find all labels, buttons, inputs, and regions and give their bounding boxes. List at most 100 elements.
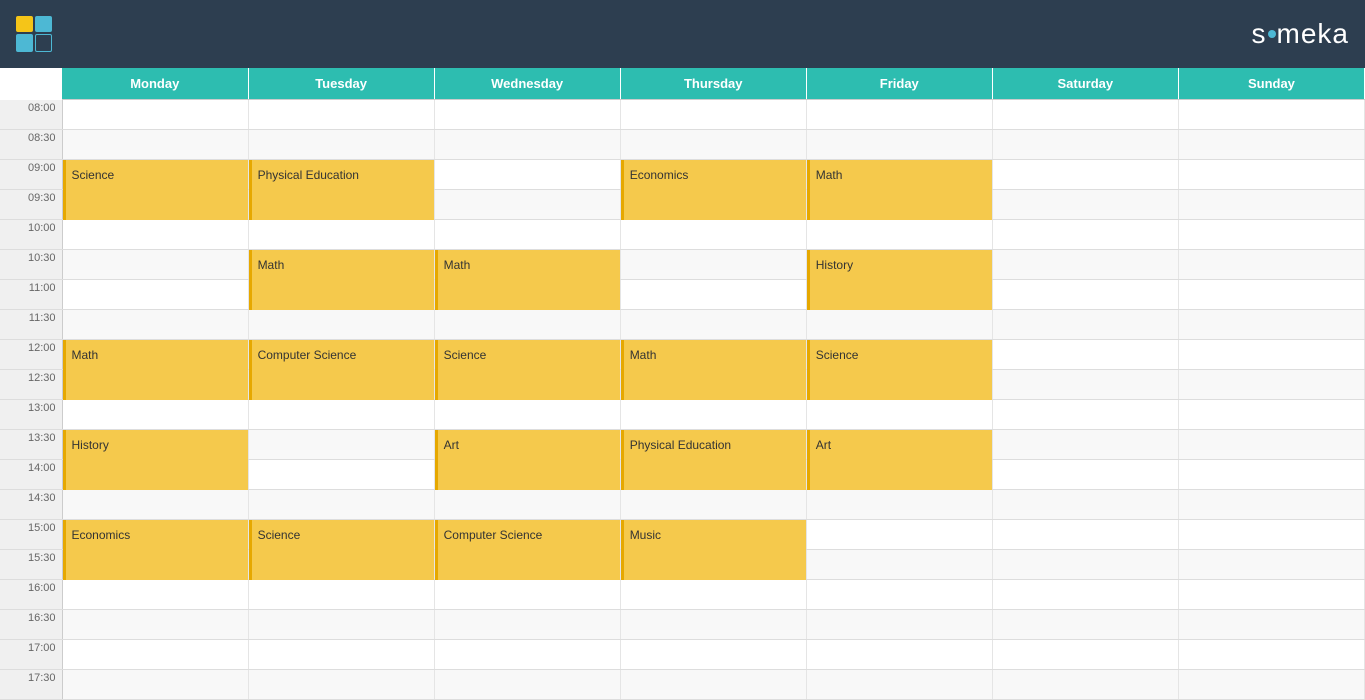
calendar-cell: [62, 310, 248, 340]
event-block: Science: [807, 340, 992, 400]
calendar-cell: [1178, 400, 1364, 430]
calendar-cell: [806, 640, 992, 670]
calendar-cell: History: [806, 250, 992, 280]
time-label: 10:30: [0, 250, 62, 280]
calendar-cell: [434, 670, 620, 700]
calendar-cell: Math: [434, 250, 620, 280]
calendar-cell: [248, 310, 434, 340]
calendar-cell: [992, 130, 1178, 160]
event-block: Economics: [63, 520, 248, 580]
calendar-cell: History: [62, 430, 248, 460]
calendar-cell: [1178, 100, 1364, 130]
event-block: Art: [807, 430, 992, 490]
event-block: Math: [807, 160, 992, 220]
time-label: 14:00: [0, 460, 62, 490]
calendar-cell: [992, 460, 1178, 490]
time-row: 16:30: [0, 610, 1365, 640]
time-row: 13:30HistoryArtPhysical EducationArt: [0, 430, 1365, 460]
time-row: 14:30: [0, 490, 1365, 520]
calendar-cell: [434, 610, 620, 640]
calendar-cell: [62, 280, 248, 310]
calendar-cell: Art: [806, 430, 992, 460]
calendar-cell: [992, 430, 1178, 460]
event-block: Science: [249, 520, 434, 580]
time-row: 08:00: [0, 100, 1365, 130]
calendar-cell: [62, 130, 248, 160]
calendar-cell: Math: [806, 160, 992, 190]
calendar-cell: Music: [620, 520, 806, 550]
time-label: 16:00: [0, 580, 62, 610]
day-header-friday: Friday: [806, 68, 992, 100]
calendar-cell: [992, 190, 1178, 220]
calendar-cell: [620, 250, 806, 280]
calendar-cell: [1178, 670, 1364, 700]
calendar-cell: Computer Science: [434, 520, 620, 550]
time-row: 09:00SciencePhysical EducationEconomicsM…: [0, 160, 1365, 190]
day-header-thursday: Thursday: [620, 68, 806, 100]
time-row: 15:00EconomicsScienceComputer ScienceMus…: [0, 520, 1365, 550]
calendar-cell: [806, 220, 992, 250]
calendar-cell: [806, 310, 992, 340]
calendar-cell: [1178, 310, 1364, 340]
event-block: Physical Education: [249, 160, 434, 220]
calendar-cell: Art: [434, 430, 620, 460]
event-block: History: [63, 430, 248, 490]
calendar-cell: [620, 220, 806, 250]
calendar-cell: [1178, 550, 1364, 580]
calendar-cell: [62, 490, 248, 520]
calendar-cell: [620, 310, 806, 340]
time-label: 08:00: [0, 100, 62, 130]
time-row: 17:30: [0, 670, 1365, 700]
time-label: 13:00: [0, 400, 62, 430]
calendar-cell: [620, 400, 806, 430]
event-block: Science: [63, 160, 248, 220]
calendar-cell: Science: [434, 340, 620, 370]
calendar-cell: Math: [62, 340, 248, 370]
calendar-cell: [992, 550, 1178, 580]
calendar-cell: [1178, 520, 1364, 550]
calendar-cell: [1178, 430, 1364, 460]
event-block: Computer Science: [249, 340, 434, 400]
event-block: Math: [621, 340, 806, 400]
calendar-cell: [434, 190, 620, 220]
calendar-cell: [992, 280, 1178, 310]
calendar-wrap[interactable]: MondayTuesdayWednesdayThursdayFridaySatu…: [0, 68, 1365, 700]
calendar-cell: [992, 610, 1178, 640]
time-label: 14:30: [0, 490, 62, 520]
calendar-cell: Science: [248, 520, 434, 550]
calendar-cell: [992, 220, 1178, 250]
time-label: 15:30: [0, 550, 62, 580]
calendar-cell: [248, 220, 434, 250]
day-header-monday: Monday: [62, 68, 248, 100]
event-block: Computer Science: [435, 520, 620, 580]
calendar-cell: [1178, 130, 1364, 160]
time-label: 12:30: [0, 370, 62, 400]
calendar-cell: [620, 490, 806, 520]
event-block: Economics: [621, 160, 806, 220]
event-block: History: [807, 250, 992, 310]
calendar-cell: Science: [806, 340, 992, 370]
calendar-cell: [1178, 580, 1364, 610]
time-row: 16:00: [0, 580, 1365, 610]
day-header-sunday: Sunday: [1178, 68, 1364, 100]
calendar-cell: [620, 580, 806, 610]
time-row: 11:30: [0, 310, 1365, 340]
calendar-cell: Math: [620, 340, 806, 370]
event-block: Music: [621, 520, 806, 580]
calendar-cell: [62, 670, 248, 700]
calendar-cell: [434, 640, 620, 670]
calendar-cell: [1178, 220, 1364, 250]
calendar-cell: [62, 610, 248, 640]
time-row: 12:00MathComputer ScienceScienceMathScie…: [0, 340, 1365, 370]
calendar-cell: [620, 100, 806, 130]
day-header-tuesday: Tuesday: [248, 68, 434, 100]
calendar-cell: Physical Education: [248, 160, 434, 190]
calendar-cell: [248, 580, 434, 610]
calendar-cell: [248, 100, 434, 130]
calendar-cell: [992, 520, 1178, 550]
calendar-cell: [992, 310, 1178, 340]
calendar-cell: [434, 310, 620, 340]
event-block: Science: [435, 340, 620, 400]
calendar-cell: [1178, 160, 1364, 190]
time-label: 08:30: [0, 130, 62, 160]
